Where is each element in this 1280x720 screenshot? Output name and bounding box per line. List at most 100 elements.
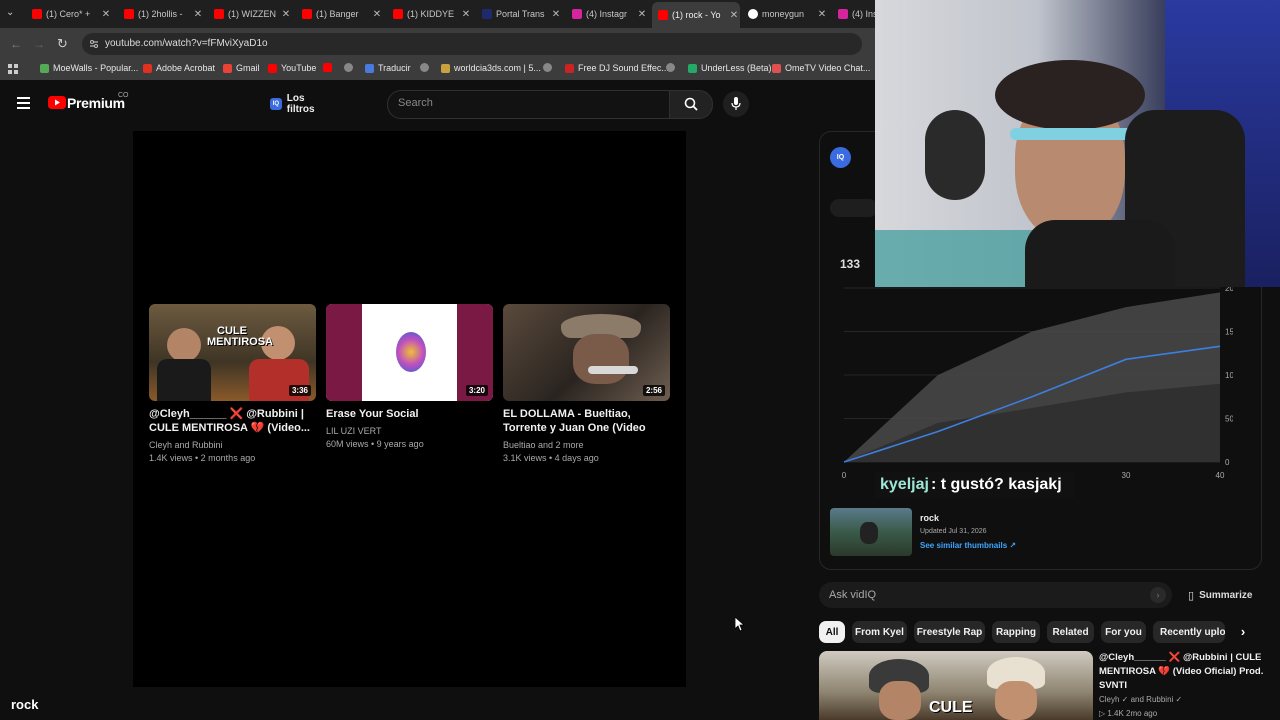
- search-button[interactable]: [669, 90, 713, 119]
- vidiq-thumbnail[interactable]: [830, 508, 912, 556]
- vidiq-tab-pill[interactable]: [830, 199, 878, 217]
- bookmark-item[interactable]: [323, 63, 336, 72]
- youtube-logo-icon[interactable]: [48, 96, 66, 109]
- youtube-favicon-icon: [658, 10, 668, 20]
- site-settings-icon[interactable]: [88, 38, 100, 50]
- summarize-button[interactable]: ▯ Summarize: [1188, 589, 1252, 602]
- ometv-icon: [772, 63, 781, 73]
- back-icon[interactable]: ←: [10, 37, 22, 51]
- bookmark-item[interactable]: Free DJ Sound Effec...: [565, 63, 669, 73]
- bookmark-label: YouTube: [281, 63, 317, 73]
- close-tab-icon[interactable]: ✕: [636, 9, 648, 20]
- filters-button[interactable]: IQ Los filtros: [264, 92, 334, 116]
- bookmark-item[interactable]: Adobe Acrobat: [143, 63, 215, 73]
- chat-message: kyeljaj : t gustó? kasjakj: [875, 472, 1075, 498]
- headband: [1010, 128, 1140, 140]
- youtube-premium-logo[interactable]: Premium: [67, 95, 125, 111]
- ask-send-icon[interactable]: ›: [1150, 587, 1166, 603]
- chip-from-kyel[interactable]: From Kyel: [852, 621, 907, 643]
- translate-icon: [365, 63, 374, 73]
- browser-tab[interactable]: (1) rock - Yo ✕: [652, 2, 740, 28]
- chip-rapping[interactable]: Rapping: [992, 621, 1040, 643]
- tab-title: (1) 2hollis -: [138, 9, 183, 19]
- browser-tab[interactable]: (4) Ins: [832, 3, 875, 25]
- thumbnail-text: CULE MENTIROSA: [207, 325, 273, 348]
- bookmark-item[interactable]: Traducir: [365, 63, 411, 73]
- video-thumbnail[interactable]: 3:20: [326, 304, 493, 401]
- browser-tab[interactable]: (1) Cero* + ✕: [26, 3, 112, 25]
- browser-tab[interactable]: (1) WIZZEN ✕: [208, 3, 292, 25]
- chip-for-you[interactable]: For you: [1101, 621, 1146, 643]
- url-text[interactable]: youtube.com/watch?v=fFMviXyaD1o: [105, 38, 268, 49]
- x-tick-label: 30: [1122, 471, 1131, 480]
- youtube-favicon-icon: [393, 9, 403, 19]
- video-channel[interactable]: Bueltiao and 2 more: [503, 440, 670, 450]
- bookmark-item[interactable]: Gmail: [223, 63, 260, 73]
- bookmark-item[interactable]: UnderLess (Beta): [688, 63, 772, 73]
- close-tab-icon[interactable]: ✕: [192, 9, 204, 20]
- reload-icon[interactable]: ↻: [57, 36, 68, 52]
- globe-icon: [344, 63, 353, 72]
- video-channel[interactable]: Cleyh and Rubbini: [149, 440, 316, 450]
- globe-icon: [666, 63, 675, 72]
- bookmark-item[interactable]: OmeTV Video Chat...: [772, 63, 870, 73]
- country-code: CO: [118, 92, 129, 99]
- bookmark-item[interactable]: YouTube: [268, 63, 316, 73]
- chip-recently-uploaded[interactable]: Recently uploa: [1153, 621, 1225, 643]
- bookmark-item[interactable]: MoeWalls - Popular...: [40, 63, 138, 73]
- vidiq-logo-icon[interactable]: IQ: [830, 147, 851, 168]
- chevron-right-icon[interactable]: ›: [1235, 621, 1251, 643]
- see-similar-thumbnails-link[interactable]: See similar thumbnails ↗: [920, 541, 1016, 550]
- bookmark-item[interactable]: [666, 63, 679, 72]
- now-playing-label: rock: [11, 697, 39, 712]
- related-video-title[interactable]: @Cleyh______ ❌ @Rubbini | CULE MENTIROSA…: [1099, 651, 1269, 693]
- close-tab-icon[interactable]: ✕: [728, 10, 740, 21]
- video-thumbnail[interactable]: CULE MENTIROSA 3:36: [149, 304, 316, 401]
- youtube-icon: [268, 63, 277, 73]
- chip-all[interactable]: All: [819, 621, 845, 643]
- globe-icon: [543, 63, 552, 72]
- y-tick-label: 100: [1225, 371, 1233, 380]
- close-tab-icon[interactable]: ✕: [100, 9, 112, 20]
- browser-tab[interactable]: (1) 2hollis - ✕: [118, 3, 204, 25]
- related-video-channel[interactable]: Cleyh ✓ and Rubbini ✓: [1099, 695, 1182, 704]
- ask-vidiq-placeholder: Ask vidIQ: [829, 589, 877, 601]
- apps-grid-icon[interactable]: [8, 64, 18, 74]
- chip-freestyle-rap[interactable]: Freestyle Rap: [914, 621, 985, 643]
- video-title[interactable]: EL DOLLAMA - Bueltiao, Torrente y Juan O…: [503, 407, 670, 435]
- bookmark-item[interactable]: [543, 63, 556, 72]
- person-left-icon: [167, 328, 201, 362]
- close-tab-icon[interactable]: ✕: [371, 9, 383, 20]
- tab-title: (1) Banger: [316, 9, 359, 19]
- bookmark-item[interactable]: worldcia3ds.com | 5...: [441, 63, 541, 73]
- video-meta: 1.4K views • 2 months ago: [149, 453, 256, 463]
- tab-title: (1) KIDDYE: [407, 9, 455, 19]
- search-icon: [684, 97, 698, 111]
- tab-list-chevron-icon[interactable]: ⌄: [6, 7, 14, 18]
- browser-tab[interactable]: moneygun ✕: [742, 3, 828, 25]
- browser-tab[interactable]: (1) KIDDYE ✕: [387, 3, 472, 25]
- related-video-thumbnail[interactable]: CULE: [819, 651, 1093, 720]
- bookmark-item[interactable]: [420, 63, 433, 72]
- close-tab-icon[interactable]: ✕: [280, 9, 292, 20]
- video-title[interactable]: Erase Your Social: [326, 407, 493, 421]
- browser-tab[interactable]: (4) Instagr ✕: [566, 3, 648, 25]
- bookmark-label: Free DJ Sound Effec...: [578, 63, 669, 73]
- bookmark-item[interactable]: [344, 63, 357, 72]
- close-tab-icon[interactable]: ✕: [460, 9, 472, 20]
- chip-related[interactable]: Related: [1047, 621, 1094, 643]
- video-channel[interactable]: LIL UZI VERT: [326, 426, 493, 436]
- close-tab-icon[interactable]: ✕: [550, 9, 562, 20]
- video-duration: 3:20: [465, 385, 488, 396]
- browser-tab[interactable]: Portal Trans ✕: [476, 3, 562, 25]
- filters-label: Los filtros: [286, 93, 315, 115]
- tab-title: (4) Instagr: [586, 9, 628, 19]
- close-tab-icon[interactable]: ✕: [816, 9, 828, 20]
- video-thumbnail[interactable]: 2:56: [503, 304, 670, 401]
- menu-icon[interactable]: [17, 97, 30, 109]
- youtube-favicon-icon: [32, 9, 42, 19]
- video-title[interactable]: @Cleyh______ ❌ @Rubbini | CULE MENTIROSA…: [149, 407, 316, 435]
- forward-icon[interactable]: →: [33, 37, 45, 51]
- browser-tab[interactable]: (1) Banger ✕: [296, 3, 383, 25]
- voice-search-button[interactable]: [723, 91, 749, 117]
